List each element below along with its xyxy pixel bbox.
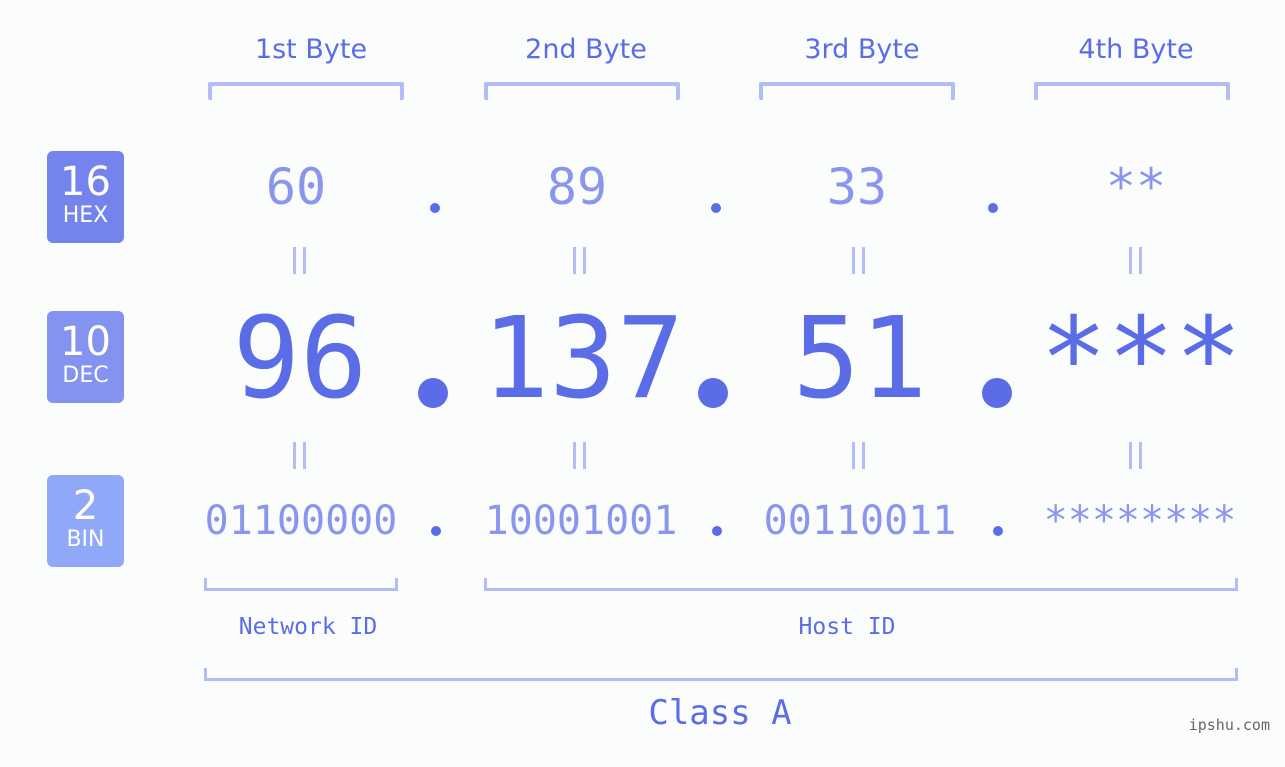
dec-value-4: *** xyxy=(1039,294,1243,424)
byte-header-1: 1st Byte xyxy=(254,34,368,65)
equals-icon xyxy=(851,442,866,469)
dec-separator-dot xyxy=(418,378,448,408)
dec-separator-dot xyxy=(982,378,1012,408)
watermark: ipshu.com xyxy=(1188,716,1270,734)
dec-value-1: 96 xyxy=(232,294,368,424)
network-id-bracket xyxy=(204,578,398,591)
byte-bracket-1 xyxy=(208,82,404,100)
dec-value-2: 137 xyxy=(481,294,685,424)
hex-base-number: 16 xyxy=(60,159,111,205)
equals-icon xyxy=(1128,247,1143,274)
host-id-label: Host ID xyxy=(798,614,896,640)
dec-base-label: DEC xyxy=(62,363,109,388)
byte-header-4: 4th Byte xyxy=(1078,34,1194,65)
class-bracket xyxy=(204,668,1238,681)
hex-value-4: ** xyxy=(1105,158,1167,216)
host-id-bracket xyxy=(484,578,1238,591)
byte-bracket-3 xyxy=(759,82,955,100)
equals-icon xyxy=(292,442,307,469)
bin-value-3: 00110011 xyxy=(763,498,957,544)
ip-class-label: Class A xyxy=(648,693,792,733)
equals-icon xyxy=(292,247,307,274)
bin-separator-dot xyxy=(712,526,722,536)
byte-bracket-4 xyxy=(1034,82,1230,100)
byte-header-2: 2nd Byte xyxy=(525,34,647,65)
hex-separator-dot xyxy=(711,203,721,213)
byte-bracket-2 xyxy=(484,82,680,100)
byte-header-3: 3rd Byte xyxy=(804,34,920,65)
bin-separator-dot xyxy=(993,526,1003,536)
bin-value-2: 10001001 xyxy=(484,498,678,544)
network-id-label: Network ID xyxy=(238,614,378,640)
bin-value-1: 01100000 xyxy=(204,498,398,544)
dec-value-3: 51 xyxy=(792,294,928,424)
equals-icon xyxy=(572,442,587,469)
bin-base-number: 2 xyxy=(72,483,99,529)
dec-base-number: 10 xyxy=(60,319,111,365)
bin-base-label: BIN xyxy=(66,527,105,552)
dec-badge: 10 DEC xyxy=(47,311,124,403)
hex-base-label: HEX xyxy=(62,203,109,228)
equals-icon xyxy=(851,247,866,274)
hex-value-2: 89 xyxy=(546,158,608,216)
equals-icon xyxy=(1128,442,1143,469)
hex-badge: 16 HEX xyxy=(47,151,124,243)
hex-separator-dot xyxy=(430,203,440,213)
bin-separator-dot xyxy=(431,526,441,536)
hex-value-3: 33 xyxy=(826,158,888,216)
equals-icon xyxy=(572,247,587,274)
hex-value-1: 60 xyxy=(265,158,327,216)
hex-separator-dot xyxy=(988,203,998,213)
dec-separator-dot xyxy=(698,378,728,408)
bin-badge: 2 BIN xyxy=(47,475,124,567)
bin-value-4: ******** xyxy=(1043,498,1237,544)
